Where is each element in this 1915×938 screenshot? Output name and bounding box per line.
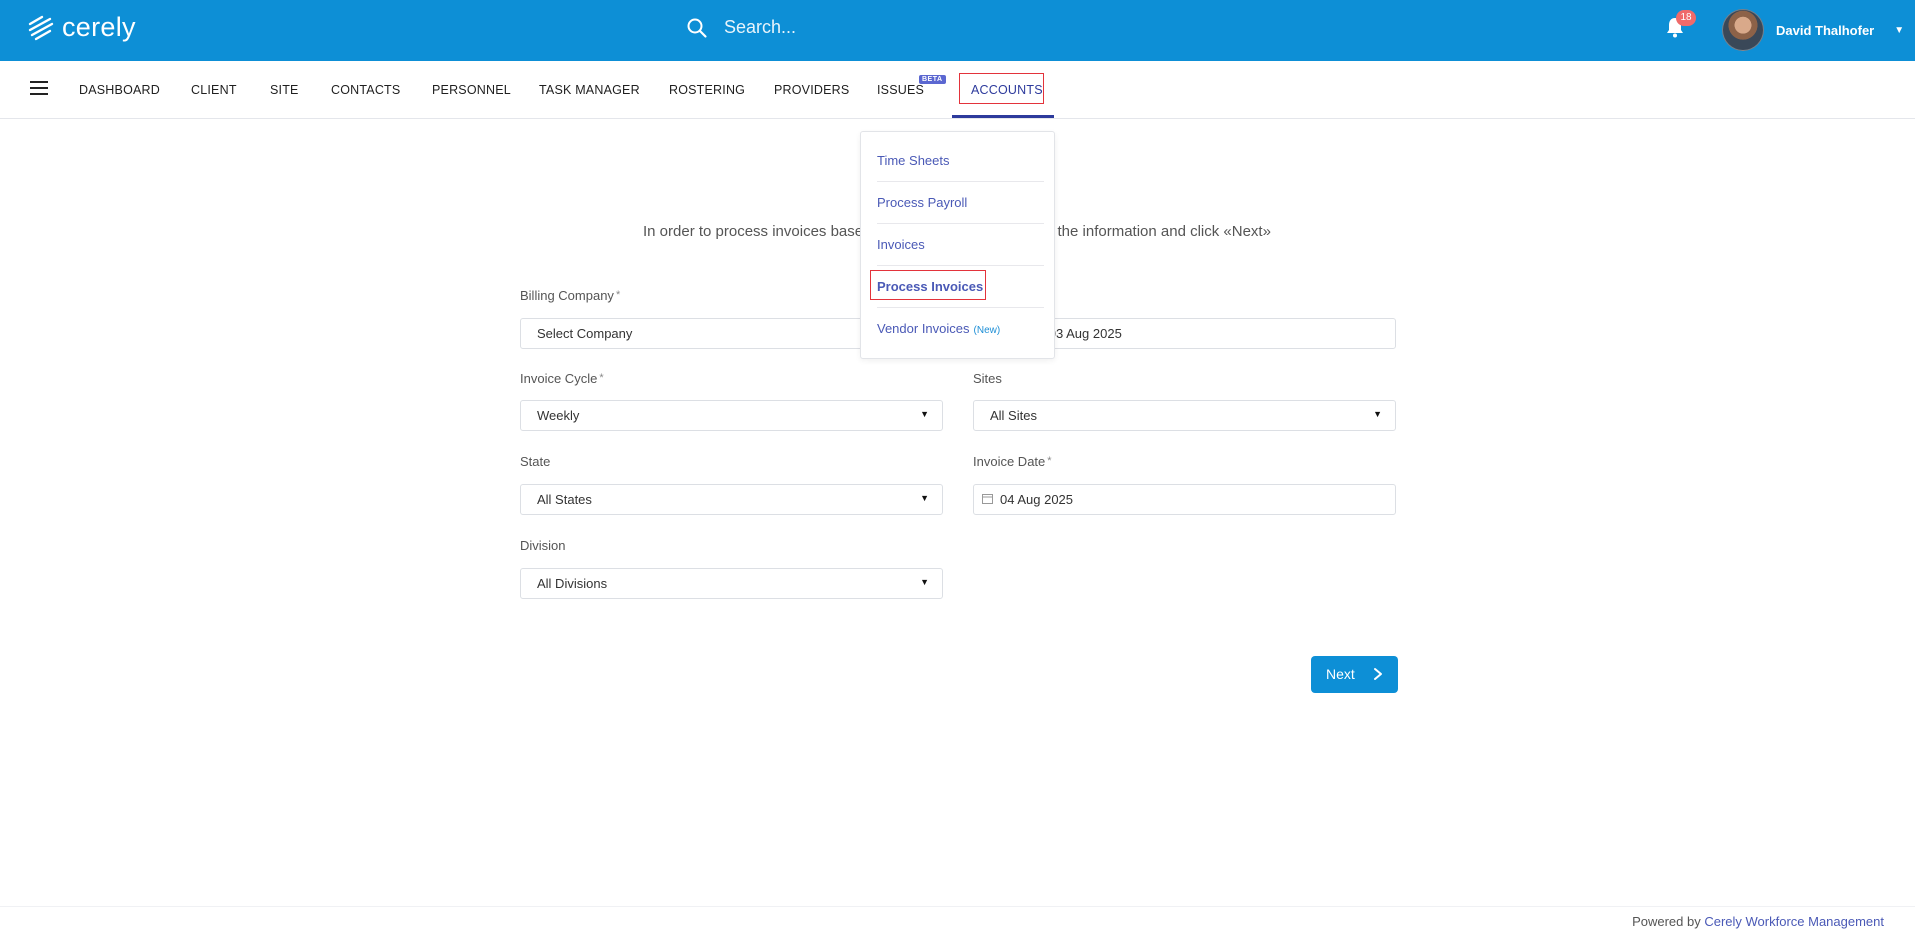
menu-item-process-invoices[interactable]: Process Invoices (877, 279, 1044, 294)
chevron-down-icon: ▼ (1894, 24, 1905, 36)
top-bar: cerely 18 David Thalhofer ▼ (0, 0, 1915, 61)
state-label: State (520, 454, 551, 469)
state-value: All States (537, 492, 592, 507)
search-bar (686, 16, 1026, 39)
beta-badge: BETA (919, 75, 946, 84)
division-select[interactable]: All Divisions ▼ (520, 568, 943, 599)
menu-item-invoices[interactable]: Invoices (877, 237, 1044, 252)
dropdown-arrow-icon: ▼ (1373, 409, 1382, 419)
nav-accounts[interactable]: ACCOUNTS (971, 83, 1043, 97)
footer-divider (0, 906, 1915, 907)
invoice-cycle-value: Weekly (537, 408, 580, 423)
intro-text-continued: l the information and click «Next» (1050, 223, 1271, 240)
invoice-date-value: 04 Aug 2025 (1000, 492, 1074, 507)
intro-text: In order to process invoices base (643, 223, 864, 240)
active-tab-indicator (952, 115, 1054, 118)
next-button[interactable]: Next (1311, 656, 1398, 693)
user-name: David Thalhofer (1776, 22, 1875, 38)
sites-select[interactable]: All Sites ▼ (973, 400, 1396, 431)
division-label: Division (520, 538, 566, 553)
invoice-cycle-label: Invoice Cycle * (520, 371, 604, 386)
menu-item-time-sheets[interactable]: Time Sheets (877, 153, 1044, 168)
menu-divider (877, 181, 1044, 182)
cerely-footer-link[interactable]: Cerely Workforce Management (1704, 914, 1884, 929)
calendar-icon (982, 494, 993, 504)
nav-client[interactable]: CLIENT (191, 83, 237, 97)
billing-company-label: Billing Company * (520, 288, 621, 303)
menu-divider (877, 223, 1044, 224)
nav-issues[interactable]: ISSUES (877, 83, 924, 97)
nav-dashboard[interactable]: DASHBOARD (79, 83, 160, 97)
search-input[interactable] (722, 16, 1026, 39)
menu-item-process-payroll[interactable]: Process Payroll (877, 195, 1044, 210)
menu-item-vendor-invoices[interactable]: Vendor Invoices (New) (877, 321, 1044, 336)
avatar (1722, 9, 1764, 51)
menu-divider (877, 307, 1044, 308)
vendor-invoices-label: Vendor Invoices (877, 321, 970, 336)
powered-by-text: Powered by (1632, 914, 1705, 929)
user-menu[interactable]: David Thalhofer ▼ (1722, 9, 1904, 51)
main-nav: DASHBOARD CLIENT SITE CONTACTS PERSONNEL… (0, 61, 1915, 119)
sites-label: Sites (973, 371, 1002, 386)
search-icon[interactable] (686, 17, 708, 39)
dropdown-arrow-icon: ▼ (920, 493, 929, 503)
accounts-dropdown-menu: Time Sheets Process Payroll Invoices Pro… (860, 131, 1055, 359)
dropdown-arrow-icon: ▼ (920, 577, 929, 587)
menu-icon[interactable] (30, 81, 48, 97)
nav-providers[interactable]: PROVIDERS (774, 83, 849, 97)
cerely-logo[interactable]: cerely (28, 12, 136, 43)
logo-text: cerely (62, 12, 136, 42)
nav-contacts[interactable]: CONTACTS (331, 83, 400, 97)
menu-divider (877, 265, 1044, 266)
new-tag: (New) (973, 325, 1001, 336)
invoice-date-label: Invoice Date * (973, 454, 1052, 469)
billing-company-value: Select Company (537, 326, 633, 341)
invoice-cycle-select[interactable]: Weekly ▼ (520, 400, 943, 431)
nav-site[interactable]: SITE (270, 83, 299, 97)
invoice-date-field[interactable]: 04 Aug 2025 (973, 484, 1396, 515)
next-button-label: Next (1326, 666, 1355, 682)
notifications-button[interactable]: 18 (1664, 10, 1696, 40)
nav-task-manager[interactable]: TASK MANAGER (539, 83, 640, 97)
sites-value: All Sites (990, 408, 1037, 423)
chevron-right-icon (1374, 668, 1382, 680)
footer: Powered by Cerely Workforce Management (1632, 914, 1884, 929)
cerely-logo-icon (28, 15, 54, 40)
division-value: All Divisions (537, 576, 608, 591)
dropdown-arrow-icon: ▼ (920, 409, 929, 419)
notification-badge: 18 (1676, 10, 1696, 26)
nav-personnel[interactable]: PERSONNEL (432, 83, 511, 97)
nav-rostering[interactable]: ROSTERING (669, 83, 745, 97)
state-select[interactable]: All States ▼ (520, 484, 943, 515)
